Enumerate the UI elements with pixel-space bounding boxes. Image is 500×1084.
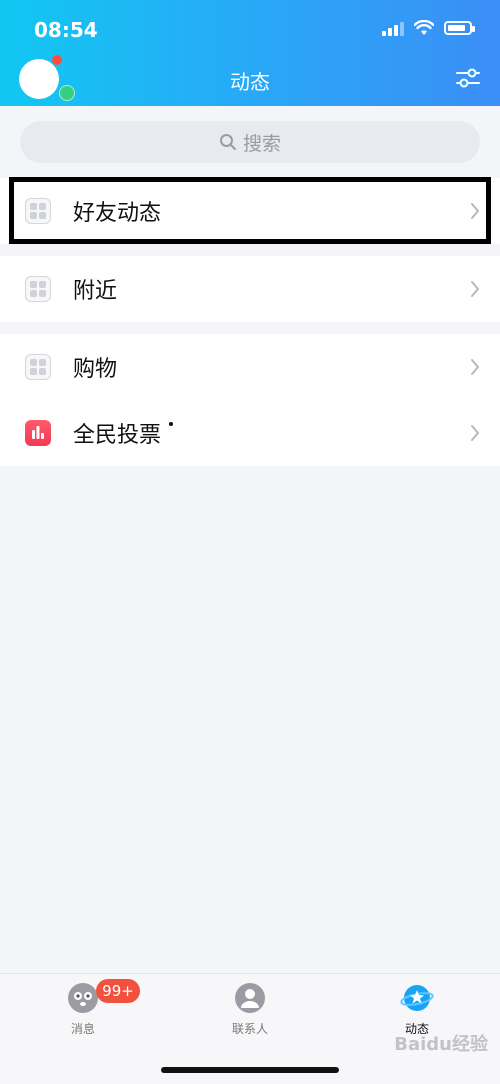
status-icons xyxy=(382,20,475,36)
contacts-person-icon xyxy=(235,983,265,1013)
search-placeholder: 搜索 xyxy=(242,132,281,155)
search-icon xyxy=(219,134,236,150)
app-placeholder-icon xyxy=(25,198,51,224)
page-title: 动态 xyxy=(230,70,270,94)
wifi-icon xyxy=(414,20,434,35)
tab-contacts[interactable]: 联系人 xyxy=(195,982,305,1037)
list-group-nearby: 附近 xyxy=(0,256,500,322)
list-item-shopping[interactable]: 购物 xyxy=(0,334,500,400)
tab-label: 消息 xyxy=(70,1022,95,1036)
list-item-label: 全民投票 xyxy=(73,423,162,448)
tab-moments[interactable]: 动态 xyxy=(362,982,472,1037)
list-item-vote[interactable]: 全民投票 xyxy=(0,400,500,466)
app-placeholder-icon xyxy=(25,354,51,380)
notification-dot xyxy=(52,55,62,65)
home-indicator[interactable] xyxy=(161,1067,339,1073)
list-group-services: 购物 全民投票 xyxy=(0,334,500,466)
app-placeholder-icon xyxy=(25,276,51,302)
new-indicator-dot xyxy=(169,422,173,426)
list-item-label: 好友动态 xyxy=(73,201,162,226)
search-input[interactable]: 搜索 xyxy=(20,121,480,163)
settings-sliders-icon[interactable] xyxy=(454,64,482,92)
list-item-nearby[interactable]: 附近 xyxy=(0,256,500,322)
unread-count-badge: 99+ xyxy=(96,979,140,1003)
chevron-right-icon xyxy=(471,203,479,219)
moments-planet-star-icon xyxy=(400,985,434,1011)
list-item-label: 附近 xyxy=(73,279,118,304)
list-item-friend-feed[interactable]: 好友动态 xyxy=(0,178,500,244)
bar-chart-icon xyxy=(25,420,51,446)
watermark: Baidu经验 xyxy=(394,1034,488,1055)
status-time: 08:54 xyxy=(34,18,98,42)
tab-label: 联系人 xyxy=(231,1022,268,1036)
header: 08:54 动态 xyxy=(0,0,500,106)
chevron-right-icon xyxy=(471,281,479,297)
battery-icon xyxy=(444,21,475,35)
list-group-friends: 好友动态 xyxy=(0,178,500,244)
chevron-right-icon xyxy=(471,359,479,375)
messages-penguin-icon xyxy=(68,983,98,1013)
list-item-label: 购物 xyxy=(73,357,118,382)
chevron-right-icon xyxy=(471,425,479,441)
cellular-signal-icon xyxy=(382,20,404,36)
